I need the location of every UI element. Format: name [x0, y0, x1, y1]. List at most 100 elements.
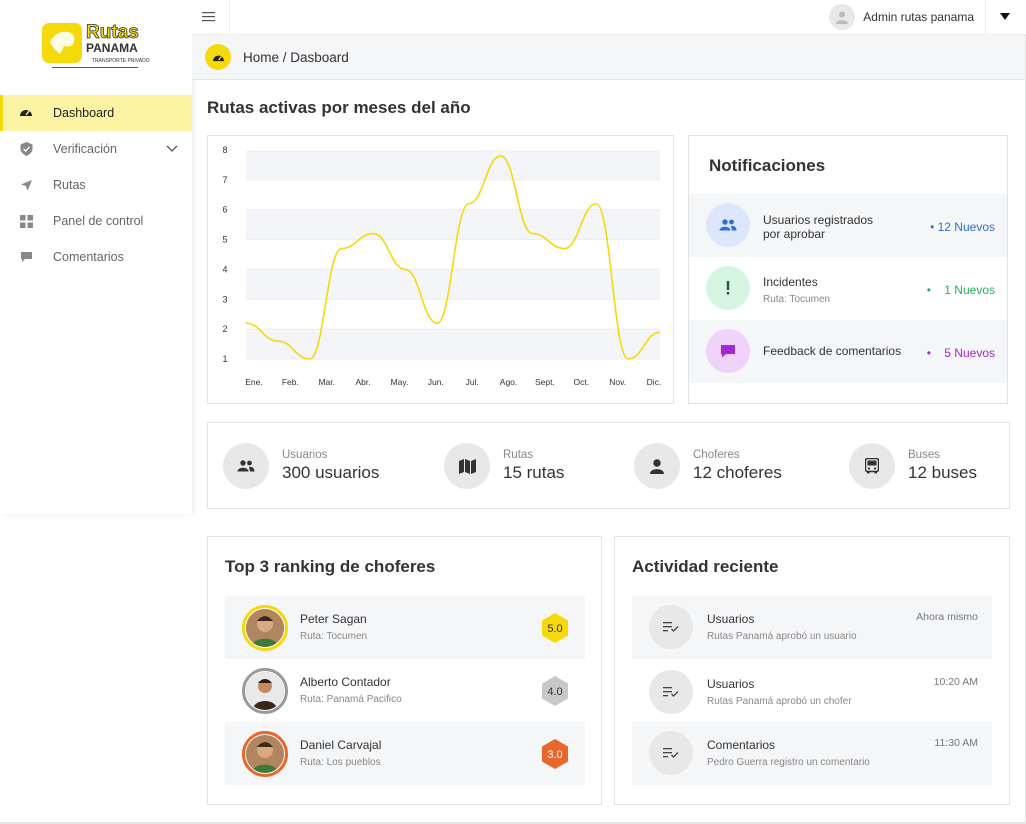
message-icon: [706, 329, 750, 373]
list-check-icon: [649, 731, 693, 775]
y-tick-label: 4: [222, 264, 227, 274]
score-value: 5.0: [547, 623, 562, 635]
notifications-title: Notificaciones: [709, 156, 826, 175]
notification-label: Usuarios registrados por aprobar: [763, 213, 873, 241]
sidebar-item-comentarios[interactable]: Comentarios: [0, 239, 192, 275]
avatar[interactable]: [829, 4, 856, 30]
stat-buses[interactable]: Buses 12 buses: [849, 443, 977, 489]
driver-name: Alberto Contador: [300, 675, 391, 689]
driver-name: Peter Sagan: [300, 612, 367, 626]
grid-icon: [18, 213, 34, 229]
breadcrumb[interactable]: Home / Dasboard: [243, 50, 349, 65]
activity-time: Ahora mismo: [916, 611, 978, 623]
stat-label: Usuarios: [282, 449, 328, 461]
x-tick-label: Dic.: [647, 377, 662, 387]
stats-card: Usuarios 300 usuarios Rutas 15 rutas Cho…: [207, 422, 1010, 509]
activity-desc: Rutas Panamá aprobó un usuario: [707, 631, 857, 642]
list-check-icon: [649, 605, 693, 649]
gauge-icon: [18, 105, 34, 121]
svg-text:Rutas: Rutas: [86, 22, 139, 43]
grid-band: [246, 269, 660, 300]
activity-item[interactable]: Usuarios Rutas Panamá aprobó un chofer 1…: [632, 661, 992, 724]
grid-band: [246, 150, 660, 180]
line-chart: 1 2 3 4 5 6 7 8 Ene. Feb. Mar. Abr. May. Jun. Jul. Ago.…: [222, 145, 662, 387]
grid-band: [246, 209, 660, 240]
users-icon: [706, 203, 750, 247]
person-icon: [634, 443, 680, 489]
ranking-item[interactable]: Daniel Carvajal Ruta: Los pueblos 3.0: [225, 722, 585, 785]
navigation-arrow-icon: [18, 177, 34, 193]
x-tick-label: Oct.: [573, 377, 589, 387]
comment-icon: [18, 249, 34, 265]
stat-value: 12 choferes: [693, 463, 782, 482]
notification-item[interactable]: Feedback de comentarios • 5 Nuevos: [689, 320, 1007, 383]
notification-label-line1: Usuarios registrados: [763, 213, 874, 227]
driver-route: Ruta: Los pueblos: [300, 757, 381, 768]
stat-usuarios[interactable]: Usuarios 300 usuarios: [223, 443, 379, 489]
sidebar-item-rutas[interactable]: Rutas: [0, 167, 192, 203]
driver-avatar: [242, 605, 288, 651]
stat-rutas[interactable]: Rutas 15 rutas: [444, 443, 564, 489]
notification-item[interactable]: Incidentes Ruta: Tocumen • 1 Nuevos: [689, 257, 1007, 320]
sidebar-item-verificacion[interactable]: Verificación: [0, 131, 192, 167]
score-badge: 4.0: [542, 676, 568, 706]
stat-choferes[interactable]: Choferes 12 choferes: [634, 443, 782, 489]
x-tick-label: Nov.: [609, 377, 626, 387]
chevron-down-icon[interactable]: [166, 142, 178, 156]
sidebar-item-dashboard[interactable]: Dashboard: [0, 95, 192, 131]
map-icon: [444, 443, 490, 489]
series-line: [245, 155, 661, 360]
breadcrumb-bar: Home / Dasboard: [192, 35, 1026, 80]
stat-label: Choferes: [693, 449, 740, 461]
exclamation-icon: [706, 266, 750, 310]
x-tick-label: Jul.: [466, 377, 479, 387]
sidebar-item-label: Verificación: [53, 142, 117, 156]
grid-band: [246, 329, 660, 359]
driver-avatar: [242, 668, 288, 714]
x-tick-label: Jun.: [428, 377, 444, 387]
y-tick-label: 8: [222, 145, 227, 155]
stat-value: 12 buses: [908, 463, 977, 482]
activity-title-text: Usuarios: [707, 612, 755, 626]
brand-logo[interactable]: Rutas PANAMA TRANSPORTE PRIVADO: [40, 20, 150, 70]
caret-down-icon[interactable]: [1000, 13, 1010, 20]
x-tick-label: Sept.: [535, 377, 555, 387]
x-tick-label: Ago.: [500, 377, 517, 387]
notification-label-line2: por aprobar: [763, 227, 826, 241]
sidebar-item-label: Panel de control: [53, 214, 144, 228]
y-tick-label: 6: [222, 205, 227, 215]
sidebar-item-label: Rutas: [53, 178, 86, 192]
users-icon: [223, 443, 269, 489]
notification-count: • 1 Nuevos: [926, 283, 995, 297]
activity-item[interactable]: Usuarios Rutas Panamá aprobó un usuario …: [632, 596, 992, 659]
ranking-item[interactable]: Alberto Contador Ruta: Panamá Pacifico 4…: [225, 659, 585, 722]
topbar: Admin rutas panama: [192, 0, 1026, 35]
activity-desc: Pedro Guerra registro un comentario: [707, 757, 870, 768]
activity-desc: Rutas Panamá aprobó un chofer: [707, 696, 852, 707]
y-tick-label: 2: [222, 324, 227, 334]
ranking-item[interactable]: Peter Sagan Ruta: Tocumen 5.0: [225, 596, 585, 659]
driver-name: Daniel Carvajal: [300, 738, 382, 752]
list-check-icon: [649, 670, 693, 714]
activity-time: 10:20 AM: [933, 676, 978, 688]
driver-route: Ruta: Tocumen: [300, 631, 368, 642]
topbar-divider: [229, 0, 230, 35]
activity-time: 11:30 AM: [934, 737, 978, 749]
user-menu[interactable]: Admin rutas panama: [829, 4, 974, 30]
notification-label: Incidentes: [763, 275, 818, 289]
x-tick-label: Mar.: [318, 377, 335, 387]
notification-sub: Ruta: Tocumen: [763, 294, 831, 305]
notification-item[interactable]: Usuarios registrados por aprobar • 12 Nu…: [689, 194, 1007, 257]
menu-icon[interactable]: [202, 10, 218, 24]
notifications-card: Notificaciones Usuarios registrados por …: [688, 135, 1008, 404]
driver-route: Ruta: Panamá Pacifico: [300, 694, 402, 705]
activity-item[interactable]: Comentarios Pedro Guerra registro un com…: [632, 722, 992, 785]
gauge-icon: [205, 44, 231, 70]
notification-count: • 5 Nuevos: [926, 346, 995, 360]
sidebar-item-panel-de-control[interactable]: Panel de control: [0, 203, 192, 239]
user-name[interactable]: Admin rutas panama: [863, 10, 974, 24]
user-divider: [985, 0, 986, 35]
y-tick-label: 7: [222, 175, 227, 185]
score-value: 3.0: [547, 749, 562, 761]
driver-avatar: [242, 731, 288, 777]
